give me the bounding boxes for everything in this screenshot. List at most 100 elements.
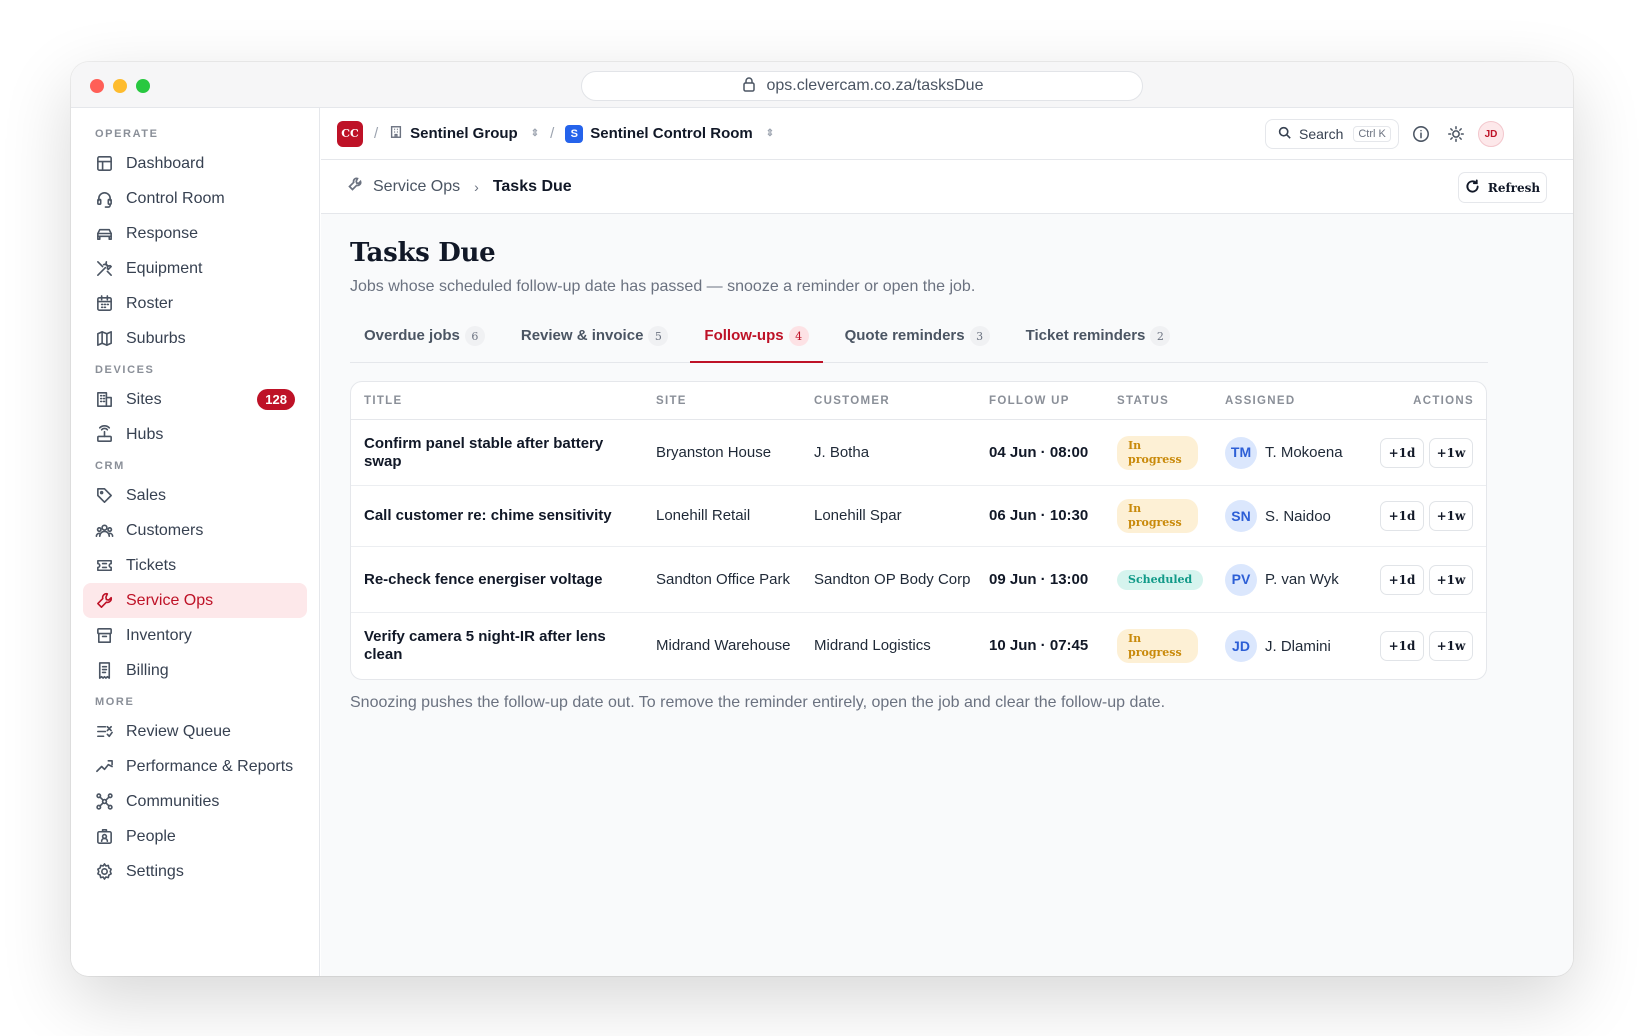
sidebar-item-hubs[interactable]: Hubs xyxy=(83,417,307,452)
snooze-1-week-button[interactable]: +1w xyxy=(1429,564,1473,595)
sidebar-item-label: Sites xyxy=(126,390,162,408)
close-window-button[interactable] xyxy=(90,79,104,93)
tab-ticket-reminders[interactable]: Ticket reminders 2 xyxy=(1012,320,1185,362)
task-title[interactable]: Call customer re: chime sensitivity xyxy=(351,507,656,525)
sidebar-item-response[interactable]: Response xyxy=(83,216,307,251)
sidebar-item-equipment[interactable]: Equipment xyxy=(83,251,307,286)
assignee: TM T. Mokoena xyxy=(1225,436,1367,469)
info-icon[interactable] xyxy=(1412,125,1430,143)
trend-icon xyxy=(95,757,126,776)
snooze-1-week-button[interactable]: +1w xyxy=(1429,437,1473,468)
column-header-title: TITLE xyxy=(364,394,403,407)
sidebar-item-suburbs[interactable]: Suburbs xyxy=(83,321,307,356)
sidebar-item-people[interactable]: People xyxy=(83,819,307,854)
sidebar-item-label: Dashboard xyxy=(126,154,205,172)
task-title[interactable]: Re-check fence energiser voltage xyxy=(351,571,656,589)
tab-count-badge: 3 xyxy=(969,326,990,346)
gear-icon xyxy=(95,862,126,881)
sidebar-item-performance-and-reports[interactable]: Performance & Reports xyxy=(83,749,307,784)
sidebar-item-label: Customers xyxy=(126,521,204,539)
tab-quote-reminders[interactable]: Quote reminders 3 xyxy=(831,320,1004,362)
sidebar-item-label: Suburbs xyxy=(126,329,186,347)
sidebar-item-control-room[interactable]: Control Room xyxy=(83,181,307,216)
customer-cell: Midrand Logistics xyxy=(814,637,931,654)
assignee-name: J. Dlamini xyxy=(1265,637,1331,655)
status-cell: Scheduled xyxy=(1117,569,1225,590)
sidebar-item-review-queue[interactable]: Review Queue xyxy=(83,714,307,749)
follow-up-date: 06 Jun · 10:30 xyxy=(989,507,1089,524)
room-switcher[interactable]: S Sentinel Control Room ⇕ xyxy=(565,124,774,143)
sidebar-item-label: Communities xyxy=(126,792,220,810)
user-avatar[interactable]: JD xyxy=(1478,121,1504,147)
tab-label: Review & invoice xyxy=(520,327,644,344)
snooze-1-day-button[interactable]: +1d xyxy=(1380,564,1424,595)
sidebar-item-label: Inventory xyxy=(126,626,192,644)
sidebar-item-service-ops[interactable]: Service Ops xyxy=(83,583,307,618)
org-name: Sentinel Group xyxy=(410,125,518,142)
avatar: PV xyxy=(1225,563,1257,596)
actions-cell: +1d +1w xyxy=(1367,564,1486,595)
sidebar-item-communities[interactable]: Communities xyxy=(83,784,307,819)
search-shortcut: Ctrl K xyxy=(1353,126,1391,142)
sidebar-item-sites[interactable]: Sites 128 xyxy=(83,382,307,417)
address-bar[interactable]: ops.clevercam.co.za/tasksDue xyxy=(581,71,1143,101)
sidebar-item-roster[interactable]: Roster xyxy=(83,286,307,321)
tab-review-and-invoice[interactable]: Review & invoice 5 xyxy=(507,320,683,362)
theme-sun-icon[interactable] xyxy=(1447,125,1465,143)
status-cell: In progress xyxy=(1117,435,1225,470)
id-card-icon xyxy=(95,827,126,846)
snooze-1-day-button[interactable]: +1d xyxy=(1380,501,1424,531)
map-icon xyxy=(95,329,126,348)
refresh-button[interactable]: Refresh xyxy=(1458,172,1547,203)
snooze-1-week-button[interactable]: +1w xyxy=(1429,501,1473,531)
assigned-cell: TM T. Mokoena xyxy=(1225,436,1367,469)
tab-count-badge: 6 xyxy=(464,326,485,346)
tab-follow-ups[interactable]: Follow-ups 4 xyxy=(690,320,823,363)
topbar-separator: / xyxy=(374,125,379,142)
room-badge: S xyxy=(565,124,584,143)
sidebar-item-settings[interactable]: Settings xyxy=(83,854,307,889)
org-switcher[interactable]: Sentinel Group ⇕ xyxy=(389,125,539,143)
sidebar-item-billing[interactable]: Billing xyxy=(83,653,307,688)
sidebar-item-customers[interactable]: Customers xyxy=(83,513,307,548)
table-row: Confirm panel stable after battery swap B… xyxy=(351,420,1486,486)
room-name: Sentinel Control Room xyxy=(590,125,753,142)
snooze-1-day-button[interactable]: +1d xyxy=(1380,631,1424,661)
app-logo[interactable]: CC xyxy=(337,120,363,147)
assignee-name: T. Mokoena xyxy=(1265,444,1343,461)
breadcrumb-parent[interactable]: Service Ops xyxy=(373,178,460,196)
sidebar-item-sales[interactable]: Sales xyxy=(83,478,307,513)
follow-ups-table: TITLE SITE CUSTOMER FOLLOW UP STATUS ASSIGNED… xyxy=(350,381,1487,680)
status-cell: In progress xyxy=(1117,499,1225,533)
follow-up-date: 10 Jun · 07:45 xyxy=(989,637,1089,654)
snooze-note: Snoozing pushes the follow-up date out. … xyxy=(350,694,1166,711)
chevron-right-icon: › xyxy=(474,178,479,195)
building-icon xyxy=(95,390,126,409)
sidebar-item-dashboard[interactable]: Dashboard xyxy=(83,146,307,181)
router-icon xyxy=(95,425,126,444)
sidebar-item-tickets[interactable]: Tickets xyxy=(83,548,307,583)
task-title[interactable]: Confirm panel stable after battery swap xyxy=(351,435,656,471)
minimize-window-button[interactable] xyxy=(113,79,127,93)
snooze-1-day-button[interactable]: +1d xyxy=(1380,437,1424,468)
headset-icon xyxy=(95,189,126,208)
sidebar-item-label: Equipment xyxy=(126,259,203,277)
sidebar-item-inventory[interactable]: Inventory xyxy=(83,618,307,653)
assigned-cell: PV P. van Wyk xyxy=(1225,563,1367,596)
chevron-up-down-icon: ⇕ xyxy=(530,128,540,139)
maximize-window-button[interactable] xyxy=(136,79,150,93)
site-cell: Lonehill Retail xyxy=(656,507,751,524)
snooze-1-week-button[interactable]: +1w xyxy=(1429,631,1473,661)
sidebar-item-label: Roster xyxy=(126,294,174,312)
tools-icon xyxy=(95,259,126,278)
tab-overdue-jobs[interactable]: Overdue jobs 6 xyxy=(350,320,499,362)
table-row: Verify camera 5 night-IR after lens clea… xyxy=(351,613,1486,679)
customer-cell: Lonehill Spar xyxy=(814,507,902,524)
archive-icon xyxy=(95,626,126,645)
tab-label: Quote reminders xyxy=(844,327,965,344)
tab-bar: Overdue jobs 6 Review & invoice 5 Follow-ups… xyxy=(350,320,1488,363)
wrench-icon xyxy=(347,176,373,197)
search-button[interactable]: Search Ctrl K xyxy=(1265,119,1399,149)
task-title[interactable]: Verify camera 5 night-IR after lens clea… xyxy=(351,628,656,664)
layout-icon xyxy=(95,154,126,173)
